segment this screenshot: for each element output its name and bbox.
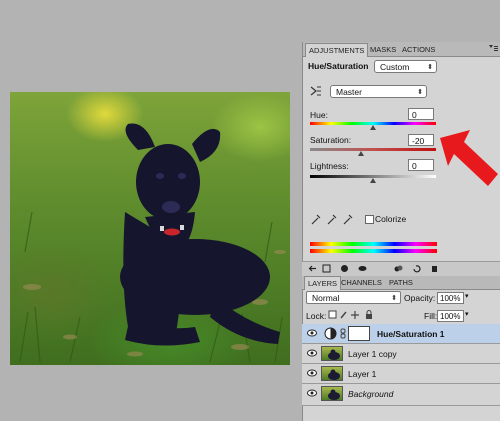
saturation-field[interactable]: -20 (408, 134, 434, 146)
layer-row-layer-1-copy[interactable]: Layer 1 copy (302, 344, 500, 364)
blend-mode-select[interactable]: Normal ⬍ (306, 291, 401, 304)
view-previous-icon[interactable] (394, 264, 403, 273)
blend-mode-value: Normal (312, 293, 340, 303)
tab-actions[interactable]: ACTIONS (399, 43, 438, 56)
stepper-icon: ⬍ (427, 64, 433, 71)
lightness-slider-thumb[interactable] (370, 178, 376, 183)
preset-select[interactable]: Custom ⬍ (374, 60, 437, 73)
layer-thumbnail (321, 366, 343, 381)
adjustment-layer-icon (324, 327, 337, 340)
visibility-eye-icon[interactable] (307, 349, 317, 357)
eyedropper-minus-icon (343, 214, 353, 225)
dog-photo (19, 123, 286, 363)
delete-icon[interactable] (430, 264, 439, 273)
edit-channel-value: Master (336, 87, 362, 97)
eyedropper-tools[interactable] (310, 213, 358, 225)
fill-dropdown-icon[interactable]: ▾ (465, 310, 469, 318)
lightness-label: Lightness: (310, 161, 349, 171)
lock-transparent-icon (328, 310, 337, 319)
chain-link-icon[interactable] (340, 328, 346, 339)
layer-name: Background (348, 389, 394, 399)
color-spectrum-bottom (310, 249, 437, 253)
clip-to-layer-icon[interactable] (340, 264, 349, 273)
lock-all-icon (366, 314, 372, 319)
tab-layers[interactable]: LAYERS (304, 276, 342, 290)
fill-label: Fill: (424, 311, 438, 321)
back-arrow-icon[interactable] (308, 264, 317, 273)
visibility-eye-icon[interactable] (307, 329, 317, 337)
hue-field[interactable]: 0 (408, 108, 434, 120)
saturation-slider-track[interactable] (310, 148, 436, 151)
tab-adjustments[interactable]: ADJUSTMENTS (305, 43, 369, 57)
opacity-dropdown-icon[interactable]: ▾ (465, 292, 469, 300)
hue-slider-thumb[interactable] (370, 125, 376, 130)
colorize-checkbox[interactable] (365, 215, 374, 224)
on-image-adjust-icon[interactable] (309, 85, 323, 97)
layer-name: Hue/Saturation 1 (377, 329, 445, 339)
lock-pixels-icon (340, 311, 347, 319)
edit-channel-select[interactable]: Master ⬍ (330, 85, 427, 98)
visibility-eye-icon[interactable] (307, 389, 317, 397)
lightness-field[interactable]: 0 (408, 159, 434, 171)
fill-field[interactable]: 100% (437, 310, 464, 322)
opacity-label: Opacity: (404, 293, 436, 303)
stepper-icon: ⬍ (417, 89, 423, 96)
color-spectrum-top (310, 242, 437, 246)
layer-thumbnail (321, 386, 343, 401)
tab-channels[interactable]: CHANNELS (338, 276, 385, 289)
visibility-eye-icon[interactable] (307, 369, 317, 377)
lock-position-icon (351, 311, 359, 319)
layer-name: Layer 1 (348, 369, 377, 379)
red-arrow-annotation (440, 130, 498, 186)
expand-view-icon[interactable] (322, 264, 331, 273)
layer-row-hue-saturation[interactable]: Hue/Saturation 1 (302, 324, 500, 344)
preset-value: Custom (380, 62, 410, 72)
layer-mask-thumbnail (348, 326, 370, 341)
lock-icons[interactable] (328, 310, 378, 320)
tab-masks[interactable]: MASKS (367, 43, 399, 56)
adjustments-toolbar (302, 261, 500, 277)
layer-row-background[interactable]: Background (302, 384, 500, 406)
visibility-icon[interactable] (358, 264, 367, 273)
layer-row-layer-1[interactable]: Layer 1 (302, 364, 500, 384)
panel-menu-icon[interactable] (489, 45, 498, 53)
colorize-label: Colorize (375, 214, 407, 224)
opacity-field[interactable]: 100% (437, 292, 464, 304)
saturation-slider-thumb[interactable] (358, 151, 364, 156)
layers-tabbar: LAYERS CHANNELS PATHS (302, 276, 500, 290)
layer-thumbnail (321, 346, 343, 361)
reset-icon[interactable] (412, 264, 421, 273)
adjustment-title: Hue/Saturation (308, 61, 369, 71)
document-canvas[interactable] (10, 92, 290, 365)
eyedropper-plus-icon (327, 214, 337, 225)
lock-label: Lock: (306, 311, 327, 321)
layer-name: Layer 1 copy (348, 349, 397, 359)
stepper-icon: ⬍ (391, 295, 397, 302)
eyedropper-icon (311, 214, 321, 225)
hue-label: Hue: (310, 110, 328, 120)
panel-tabbar: ADJUSTMENTS MASKS ACTIONS (303, 42, 500, 57)
saturation-label: Saturation: (310, 135, 352, 145)
tab-paths[interactable]: PATHS (386, 276, 416, 289)
